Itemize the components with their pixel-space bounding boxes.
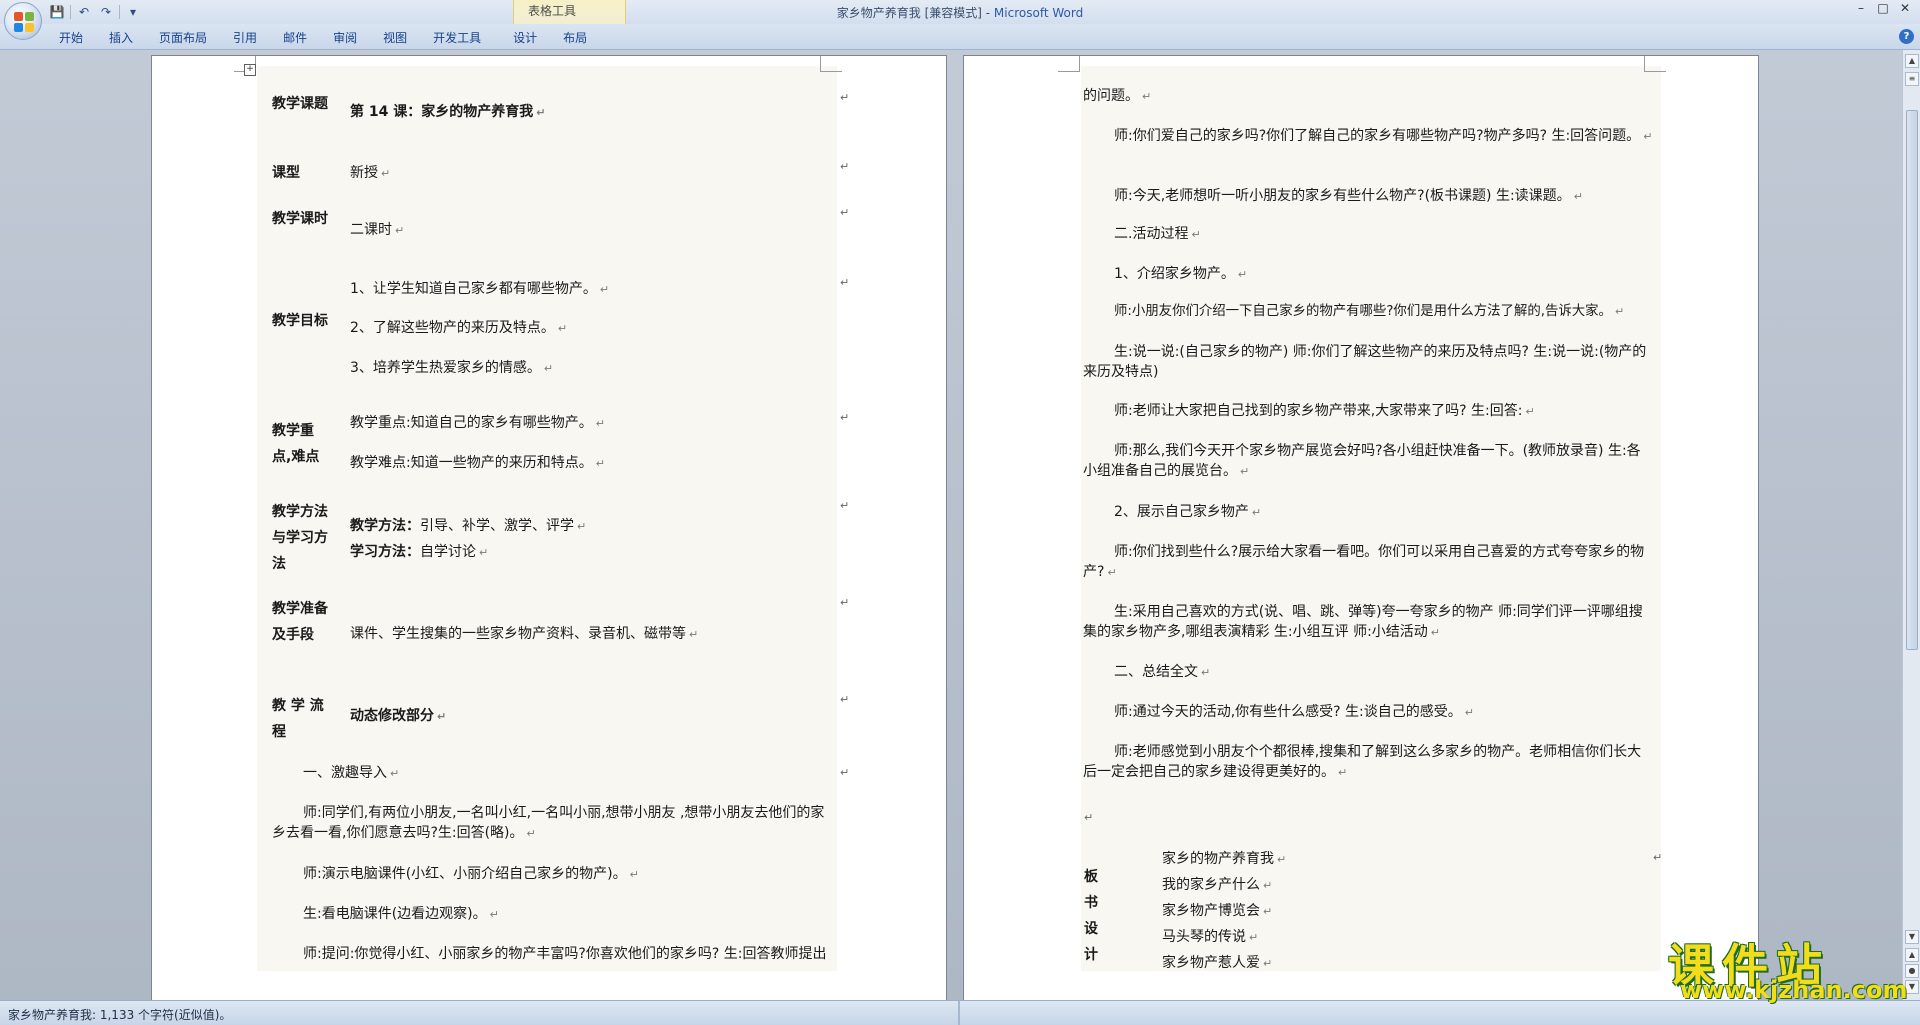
row-content-hours: 二课时 ↵ bbox=[350, 222, 405, 238]
body-paragraph: 生:说一说:(自己家乡的物产) 师:你们了解这些物产的来历及特点吗? 生:说一说… bbox=[1083, 344, 1647, 380]
ribbon-tabs: 开始 插入 页面布局 引用 邮件 审阅 视图 开发工具 设计 布局 bbox=[46, 28, 600, 48]
tab-home[interactable]: 开始 bbox=[46, 28, 96, 48]
row-label-topic: 教学课题 bbox=[272, 96, 328, 112]
body-paragraph: 生:采用自己喜欢的方式(说、唱、跳、弹等)夸一夸家乡的物产 师:同学们评一评哪组… bbox=[1083, 604, 1643, 640]
row-content-goals-2: 2、了解这些物产的来历及特点。 ↵ bbox=[350, 320, 568, 336]
row-content-type: 新授 ↵ bbox=[350, 165, 391, 181]
tab-mailings[interactable]: 邮件 bbox=[270, 28, 320, 48]
body-paragraph: 1、介绍家乡物产。 ↵ bbox=[1114, 266, 1248, 282]
end-of-row-mark: ↵ bbox=[840, 693, 850, 706]
window-title: 家乡物产养育我 [兼容模式] - Microsoft Word bbox=[0, 4, 1920, 21]
end-of-row-mark: ↵ bbox=[840, 160, 850, 173]
tab-review[interactable]: 审阅 bbox=[320, 28, 370, 48]
body-paragraph: 的问题。 ↵ bbox=[1083, 88, 1152, 104]
scroll-up-button[interactable]: ▲ bbox=[1905, 54, 1919, 68]
document-title: 家乡物产养育我 [兼容模式] - bbox=[836, 6, 994, 20]
help-icon[interactable]: ? bbox=[1899, 29, 1914, 44]
watermark-url: www.kjzhan.com bbox=[1680, 976, 1908, 1004]
body-paragraph: 师:老师感觉到小朋友个个都很棒,搜集和了解到这么多家乡的物产。老师相信你们长大后… bbox=[1083, 744, 1642, 780]
app-name: Microsoft Word bbox=[993, 6, 1084, 20]
row-label-methods: 教学方法与学习方法 bbox=[272, 504, 328, 572]
end-of-row-mark: ↵ bbox=[840, 411, 850, 424]
end-of-row-mark: ↵ bbox=[840, 276, 850, 289]
status-bar: 家乡物产养育我: 1,133 个字符(近似值)。 bbox=[0, 1000, 1920, 1025]
crop-mark bbox=[820, 56, 842, 72]
row-label-goals: 教学目标 bbox=[272, 313, 328, 329]
body-paragraph: 师:今天,老师想听一听小朋友的家乡有些什么物产?(板书课题) 生:读课题。 ↵ bbox=[1114, 188, 1583, 204]
maximize-button[interactable]: □ bbox=[1872, 0, 1894, 18]
row-content-teaching-method: 教学方法：引导、补学、激学、评学 ↵ bbox=[350, 518, 587, 534]
body-paragraph: 师:演示电脑课件(小红、小丽介绍自己家乡的物产)。 ↵ bbox=[303, 866, 639, 882]
tab-developer[interactable]: 开发工具 bbox=[420, 28, 494, 48]
table-move-handle-icon[interactable]: + bbox=[244, 64, 256, 76]
close-button[interactable]: ✕ bbox=[1894, 0, 1916, 18]
tab-page-layout[interactable]: 页面布局 bbox=[146, 28, 220, 48]
board-line: 我的家乡产什么 ↵ bbox=[1162, 877, 1273, 893]
board-design-label: 板书设计 bbox=[1084, 869, 1098, 963]
row-content-goals-1: 1、让学生知道自己家乡都有哪些物产。 ↵ bbox=[350, 281, 610, 297]
crop-mark bbox=[1644, 56, 1666, 72]
tab-table-design[interactable]: 设计 bbox=[500, 28, 550, 48]
office-button[interactable] bbox=[4, 2, 42, 40]
board-line: 家乡物产惹人爱 ↵ bbox=[1162, 955, 1273, 971]
row-label-type: 课型 bbox=[272, 165, 300, 181]
row-label-process: 教 学 流 程 bbox=[272, 698, 324, 740]
row-content-topic: 第 14 课：家乡的物产养育我 ↵ bbox=[350, 104, 546, 120]
status-divider bbox=[958, 1001, 960, 1025]
tab-insert[interactable]: 插入 bbox=[96, 28, 146, 48]
row-content-key-1: 教学重点:知道自己的家乡有哪些物产。 ↵ bbox=[350, 415, 605, 431]
row-label-preparation: 教学准备及手段 bbox=[272, 601, 328, 643]
body-paragraph: 师:你们找到些什么?展示给大家看一看吧。你们可以采用自己喜爱的方式夸夸家乡的物产… bbox=[1083, 544, 1645, 580]
tab-references[interactable]: 引用 bbox=[220, 28, 270, 48]
row-content-key-2: 教学难点:知道一些物产的来历和特点。 ↵ bbox=[350, 455, 605, 471]
end-of-row-mark: ↵ bbox=[840, 91, 850, 104]
document-area[interactable]: + 教学课题 第 14 课：家乡的物产养育我 ↵ 课型 新授 ↵ 教学课时 二课时 ↵… bbox=[0, 50, 1902, 1000]
row-content-process: 动态修改部分 ↵ bbox=[350, 708, 447, 724]
scroll-down-button[interactable]: ▼ bbox=[1905, 930, 1919, 944]
board-line: 家乡物产博览会 ↵ bbox=[1162, 903, 1273, 919]
tab-view[interactable]: 视图 bbox=[370, 28, 420, 48]
body-paragraph: 师:同学们,有两位小朋友,一名叫小红,一名叫小丽,想带小朋友 ,想带小朋友去他们… bbox=[272, 805, 825, 841]
body-paragraph: 一、激趣导入 ↵ bbox=[303, 765, 400, 781]
site-watermark-logo: 课件站 www.kjzhan.com bbox=[1668, 930, 1907, 1004]
body-paragraph: 师:提问:你觉得小红、小丽家乡的物产丰富吗?你喜欢他们的家乡吗? 生:回答教师提… bbox=[303, 946, 827, 962]
body-paragraph: 生:看电脑课件(边看边观察)。 ↵ bbox=[303, 906, 499, 922]
page-left[interactable]: + 教学课题 第 14 课：家乡的物产养育我 ↵ 课型 新授 ↵ 教学课时 二课时 ↵… bbox=[151, 55, 947, 1000]
crop-mark bbox=[1058, 56, 1080, 72]
body-paragraph: 师:小朋友你们介绍一下自己家乡的物产有哪些?你们是用什么方法了解的,告诉大家。 ↵ bbox=[1114, 304, 1625, 319]
body-paragraph: 师:那么,我们今天开个家乡物产展览会好吗?各小组赶快准备一下。(教师放录音) 生… bbox=[1083, 443, 1641, 479]
row-content-study-method: 学习方法：自学讨论 ↵ bbox=[350, 544, 489, 560]
minimize-button[interactable]: – bbox=[1850, 0, 1872, 18]
ruler-toggle-icon[interactable]: ≡ bbox=[1905, 72, 1919, 86]
title-bar: 表格工具 💾 ↶ ↷ ▾ 家乡物产养育我 [兼容模式] - Microsoft … bbox=[0, 0, 1920, 46]
previous-page-button[interactable]: ▲ bbox=[1905, 948, 1919, 962]
end-of-row-mark: ↵ bbox=[840, 499, 850, 512]
row-label-hours: 教学课时 bbox=[272, 211, 328, 227]
empty-paragraph-mark: ↵ bbox=[1084, 811, 1094, 824]
body-paragraph: 二.活动过程 ↵ bbox=[1114, 226, 1201, 242]
row-label-key-points: 教学重点,难点 bbox=[272, 423, 320, 465]
word-count-status[interactable]: 家乡物产养育我: 1,133 个字符(近似值)。 bbox=[8, 1006, 231, 1023]
end-of-row-mark: ↵ bbox=[1653, 851, 1663, 864]
body-paragraph: 师:老师让大家把自己找到的家乡物产带来,大家带来了吗? 生:回答: ↵ bbox=[1114, 403, 1535, 419]
row-content-goals-3: 3、培养学生热爱家乡的情感。 ↵ bbox=[350, 360, 554, 376]
board-line: 马头琴的传说 ↵ bbox=[1162, 929, 1259, 945]
board-line: 家乡的物产养育我 ↵ bbox=[1162, 851, 1287, 867]
ribbon-tab-bar: 开始 插入 页面布局 引用 邮件 审阅 视图 开发工具 设计 布局 ? bbox=[0, 24, 1920, 50]
end-of-row-mark: ↵ bbox=[840, 766, 850, 779]
body-paragraph: 2、展示自己家乡物产 ↵ bbox=[1114, 504, 1262, 520]
row-content-preparation: 课件、学生搜集的一些家乡物产资料、录音机、磁带等 ↵ bbox=[350, 626, 699, 642]
end-of-row-mark: ↵ bbox=[840, 206, 850, 219]
body-paragraph: 师:通过今天的活动,你有些什么感受? 生:谈自己的感受。 ↵ bbox=[1114, 704, 1474, 720]
tab-table-layout[interactable]: 布局 bbox=[550, 28, 600, 48]
scroll-thumb[interactable] bbox=[1906, 110, 1918, 650]
window-controls: – □ ✕ bbox=[1850, 0, 1916, 18]
vertical-scrollbar[interactable]: ▲ ≡ ▼ ▲ ● ▼ bbox=[1902, 50, 1920, 1000]
page-right[interactable]: 的问题。 ↵ 师:你们爱自己的家乡吗?你们了解自己的家乡有哪些物产吗?物产多吗? … bbox=[963, 55, 1759, 1000]
end-of-row-mark: ↵ bbox=[840, 596, 850, 609]
body-paragraph: 师:你们爱自己的家乡吗?你们了解自己的家乡有哪些物产吗?物产多吗? 生:回答问题… bbox=[1114, 128, 1653, 144]
office-logo-icon bbox=[14, 12, 34, 32]
body-paragraph: 二、总结全文 ↵ bbox=[1114, 664, 1211, 680]
